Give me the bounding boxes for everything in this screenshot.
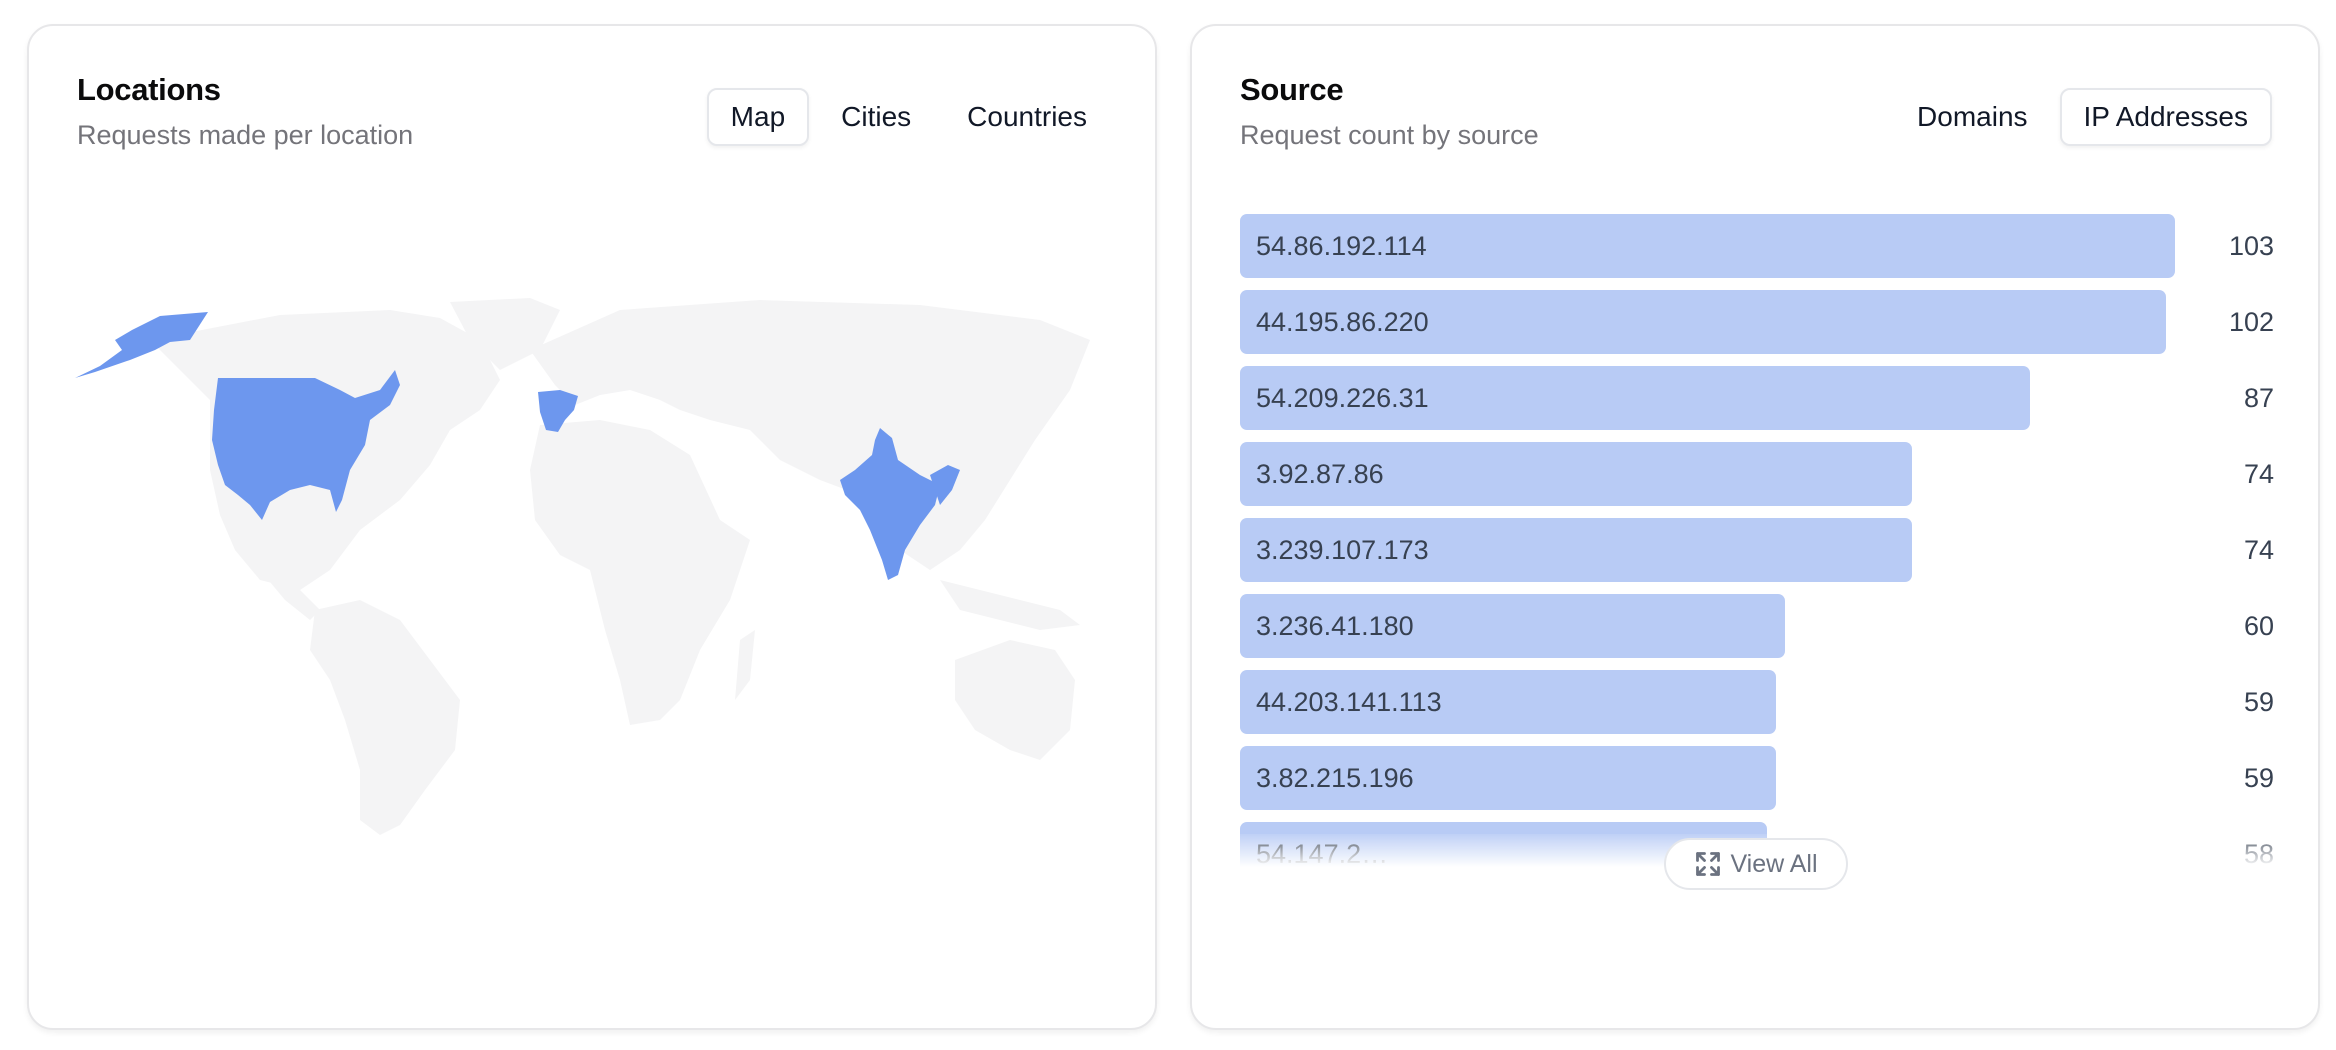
source-tabs: Domains IP Addresses [1893, 88, 2272, 146]
source-bar-label: 54.86.192.114 [1256, 231, 1427, 261]
tab-cities[interactable]: Cities [817, 88, 935, 146]
tab-ip-addresses[interactable]: IP Addresses [2059, 88, 2272, 146]
map-region-south-america[interactable] [310, 600, 460, 835]
source-bar-value: 103 [2228, 231, 2274, 261]
source-bar-row[interactable]: 54.209.226.31 87 [1240, 366, 2274, 430]
source-bar-row[interactable]: 3.92.87.86 74 [1240, 442, 2274, 506]
source-bar-value: 59 [2243, 763, 2274, 793]
source-bar-value: 60 [2243, 611, 2274, 641]
source-bar-value: 58 [2243, 839, 2274, 869]
source-bar-list: 54.86.192.114 103 44.195.86.220 102 54.209.2… [1240, 214, 2274, 884]
locations-tabs: Map Cities Countries [706, 88, 1111, 146]
world-map[interactable] [60, 280, 1120, 840]
source-bar-row[interactable]: 3.82.215.196 59 [1240, 746, 2274, 810]
map-region-madagascar[interactable] [735, 630, 755, 700]
source-title: Source [1240, 72, 1344, 107]
locations-subtitle: Requests made per location [77, 120, 414, 150]
source-bar-label: 54.209.226.31 [1256, 383, 1429, 413]
source-bar-row[interactable]: 54.86.192.114 103 [1240, 214, 2274, 278]
source-subtitle: Request count by source [1240, 120, 1539, 150]
source-bar-row[interactable]: 3.236.41.180 60 [1240, 594, 2274, 658]
source-bar-label: 44.203.141.113 [1256, 687, 1442, 717]
source-bar-value: 102 [2228, 307, 2274, 337]
source-bar-label: 3.92.87.86 [1256, 459, 1384, 489]
source-bar-value: 74 [2243, 535, 2274, 565]
tab-map[interactable]: Map [706, 88, 810, 146]
source-bar-value: 74 [2243, 459, 2274, 489]
locations-title: Locations [77, 72, 221, 107]
source-bar-label: 44.195.86.220 [1256, 307, 1429, 337]
map-region-australia[interactable] [955, 640, 1075, 760]
source-bar-label: 3.236.41.180 [1256, 611, 1414, 641]
source-bar-label: 3.239.107.173 [1256, 535, 1429, 565]
map-region-se-asia[interactable] [940, 580, 1080, 630]
source-bar-row[interactable]: 3.239.107.173 74 [1240, 518, 2274, 582]
source-bar-row[interactable]: 44.203.141.113 59 [1240, 670, 2274, 734]
source-bar-label: 3.82.215.196 [1256, 763, 1414, 793]
tab-countries[interactable]: Countries [943, 88, 1111, 146]
source-bar-value: 59 [2243, 687, 2274, 717]
world-map-svg [75, 298, 1090, 835]
source-bar-value: 87 [2243, 383, 2274, 413]
tab-domains[interactable]: Domains [1893, 88, 2051, 146]
source-card: Source Request count by source Domains I… [1190, 24, 2320, 1030]
view-all-button[interactable]: View All [1664, 838, 1848, 890]
source-bar-label: 54.147.2… [1256, 839, 1389, 869]
source-bar-row[interactable]: 44.195.86.220 102 [1240, 290, 2274, 354]
expand-icon [1696, 852, 1721, 876]
view-all-label: View All [1730, 849, 1818, 878]
map-region-africa[interactable] [530, 420, 750, 725]
